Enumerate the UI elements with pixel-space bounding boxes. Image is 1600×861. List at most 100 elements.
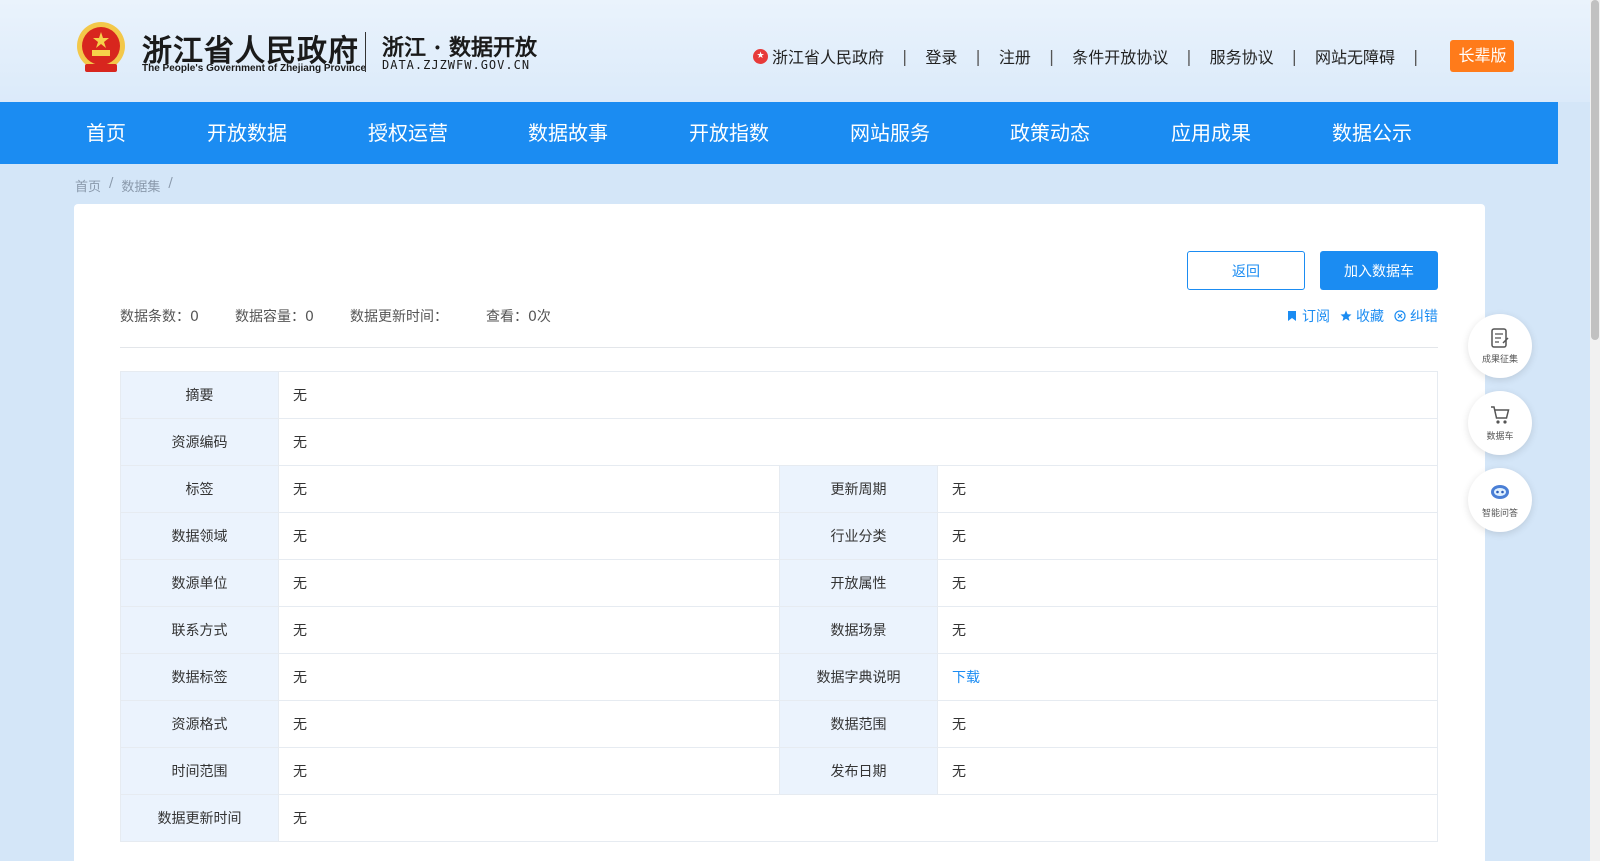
section-divider xyxy=(120,347,1438,348)
report-error-label: 纠错 xyxy=(1410,309,1438,325)
meta-key-summary: 摘要 xyxy=(120,371,279,419)
nav-open-data[interactable]: 开放数据 xyxy=(207,102,287,164)
link-separator: | xyxy=(1048,46,1055,66)
meta-key-data-domain: 数据领域 xyxy=(120,512,279,560)
link-login[interactable]: 登录 xyxy=(925,44,957,68)
table-row: 摘要 无 xyxy=(120,371,1438,419)
meta-key-publish-date: 发布日期 xyxy=(779,747,938,795)
meta-value-last-updated: 无 xyxy=(278,794,1438,842)
table-row: 数源单位 无 开放属性 无 xyxy=(120,559,1438,607)
meta-value-resource-format: 无 xyxy=(278,700,780,748)
meta-value-data-domain: 无 xyxy=(278,512,780,560)
edit-document-icon xyxy=(1491,328,1509,348)
star-icon xyxy=(1340,310,1352,321)
table-row: 资源格式 无 数据范围 无 xyxy=(120,700,1438,748)
meta-key-tags: 标签 xyxy=(120,465,279,513)
meta-key-source-unit: 数源单位 xyxy=(120,559,279,607)
meta-value-industry: 无 xyxy=(937,512,1438,560)
national-emblem-icon xyxy=(77,22,125,72)
smart-qa-button[interactable]: 智能问答 xyxy=(1468,468,1532,532)
link-accessibility[interactable]: 网站无障碍 xyxy=(1315,44,1395,68)
link-conditional-agreement[interactable]: 条件开放协议 xyxy=(1072,44,1168,68)
meta-key-update-cycle: 更新周期 xyxy=(779,465,938,513)
breadcrumb: 首页 / 数据集 / xyxy=(75,176,173,195)
meta-value-data-tags: 无 xyxy=(278,653,780,701)
meta-value-time-range: 无 xyxy=(278,747,780,795)
main-nav: 首页 开放数据 授权运营 数据故事 开放指数 网站服务 政策动态 应用成果 数据… xyxy=(0,102,1558,164)
page-scrollbar[interactable] xyxy=(1590,0,1600,861)
table-row: 数据更新时间 无 xyxy=(120,794,1438,842)
back-button[interactable]: 返回 xyxy=(1187,251,1305,290)
link-gov[interactable]: 浙江省人民政府 xyxy=(772,44,884,68)
gov-subtitle: The People's Government of Zhejiang Prov… xyxy=(142,63,367,74)
bookmark-icon xyxy=(1288,311,1296,321)
data-cart-button[interactable]: 数据车 xyxy=(1468,391,1532,455)
nav-home[interactable]: 首页 xyxy=(86,102,126,164)
add-to-cart-button[interactable]: 加入数据车 xyxy=(1320,251,1438,290)
stat-view-count: 查看：0次 xyxy=(486,309,551,325)
meta-value-tags: 无 xyxy=(278,465,780,513)
link-separator: | xyxy=(902,46,908,66)
smart-qa-label: 智能问答 xyxy=(1481,509,1518,519)
dataset-detail-card: 返回 加入数据车 数据条数：0 数据容量：0 数据更新时间： 查看：0次 订阅 … xyxy=(74,204,1485,861)
data-cart-label: 数据车 xyxy=(1486,432,1514,442)
meta-value-scene: 无 xyxy=(937,606,1438,654)
nav-open-index[interactable]: 开放指数 xyxy=(689,102,769,164)
link-separator: | xyxy=(1413,46,1419,66)
meta-value-data-dictionary: 下载 xyxy=(937,653,1438,701)
nav-data-disclosure[interactable]: 数据公示 xyxy=(1332,102,1412,164)
stat-record-count: 数据条数：0 xyxy=(120,309,199,325)
meta-value-update-cycle: 无 xyxy=(937,465,1438,513)
table-row: 数据领域 无 行业分类 无 xyxy=(120,512,1438,560)
download-dictionary-link[interactable]: 下载 xyxy=(952,670,980,686)
stat-data-size: 数据容量：0 xyxy=(235,309,314,325)
breadcrumb-dataset[interactable]: 数据集 xyxy=(121,176,160,195)
meta-key-time-range: 时间范围 xyxy=(120,747,279,795)
table-row: 资源编码 无 xyxy=(120,418,1438,466)
meta-key-open-attribute: 开放属性 xyxy=(779,559,938,607)
meta-key-resource-code: 资源编码 xyxy=(120,418,279,466)
nav-app-results[interactable]: 应用成果 xyxy=(1171,102,1251,164)
stat-update-time: 数据更新时间： xyxy=(350,309,448,325)
meta-key-data-dictionary: 数据字典说明 xyxy=(779,653,938,701)
nav-authorized-operation[interactable]: 授权运营 xyxy=(368,102,448,164)
breadcrumb-separator: / xyxy=(109,176,114,191)
favorite-label: 收藏 xyxy=(1356,309,1384,325)
meta-key-scene: 数据场景 xyxy=(779,606,938,654)
elder-mode-button[interactable]: 长辈版 xyxy=(1450,40,1515,72)
table-row: 数据标签 无 数据字典说明 下载 xyxy=(120,653,1438,701)
meta-value-summary: 无 xyxy=(278,371,1438,419)
site-header: 浙江省人民政府 The People's Government of Zheji… xyxy=(0,0,1590,102)
link-separator: | xyxy=(1186,46,1192,66)
breadcrumb-separator: / xyxy=(168,176,173,191)
result-collection-label: 成果征集 xyxy=(1481,355,1518,365)
report-error-action[interactable]: 纠错 xyxy=(1394,306,1438,326)
link-register[interactable]: 注册 xyxy=(999,44,1031,68)
subscribe-label: 订阅 xyxy=(1302,309,1330,325)
breadcrumb-home[interactable]: 首页 xyxy=(75,176,101,195)
dataset-actions: 订阅 收藏 纠错 xyxy=(1286,306,1438,326)
site-domain: DATA.ZJZWFW.GOV.CN xyxy=(382,58,531,72)
link-separator: | xyxy=(975,46,981,66)
meta-value-open-attribute: 无 xyxy=(937,559,1438,607)
link-separator: | xyxy=(1291,46,1298,66)
logo-divider xyxy=(365,32,366,72)
meta-value-source-unit: 无 xyxy=(278,559,780,607)
result-collection-button[interactable]: 成果征集 xyxy=(1468,314,1532,378)
link-service-agreement[interactable]: 服务协议 xyxy=(1210,44,1274,68)
meta-value-contact: 无 xyxy=(278,606,780,654)
nav-data-stories[interactable]: 数据故事 xyxy=(528,102,608,164)
meta-key-resource-format: 资源格式 xyxy=(120,700,279,748)
nav-site-services[interactable]: 网站服务 xyxy=(850,102,930,164)
subscribe-action[interactable]: 订阅 xyxy=(1286,306,1330,326)
shopping-cart-icon xyxy=(1491,406,1510,424)
dataset-meta-table: 摘要 无 资源编码 无 标签 无 更新周期 无 数据领域 无 行业分类 无 数源… xyxy=(120,371,1438,842)
meta-value-publish-date: 无 xyxy=(937,747,1438,795)
meta-key-industry: 行业分类 xyxy=(779,512,938,560)
meta-key-data-range: 数据范围 xyxy=(779,700,938,748)
favorite-action[interactable]: 收藏 xyxy=(1340,306,1384,326)
scrollbar-thumb[interactable] xyxy=(1591,0,1599,340)
nav-policy-news[interactable]: 政策动态 xyxy=(1010,102,1090,164)
top-links: ★ 浙江省人民政府 | 登录 | 注册 | 条件开放协议 | 服务协议 | 网站… xyxy=(753,40,1515,72)
meta-key-last-updated: 数据更新时间 xyxy=(120,794,279,842)
